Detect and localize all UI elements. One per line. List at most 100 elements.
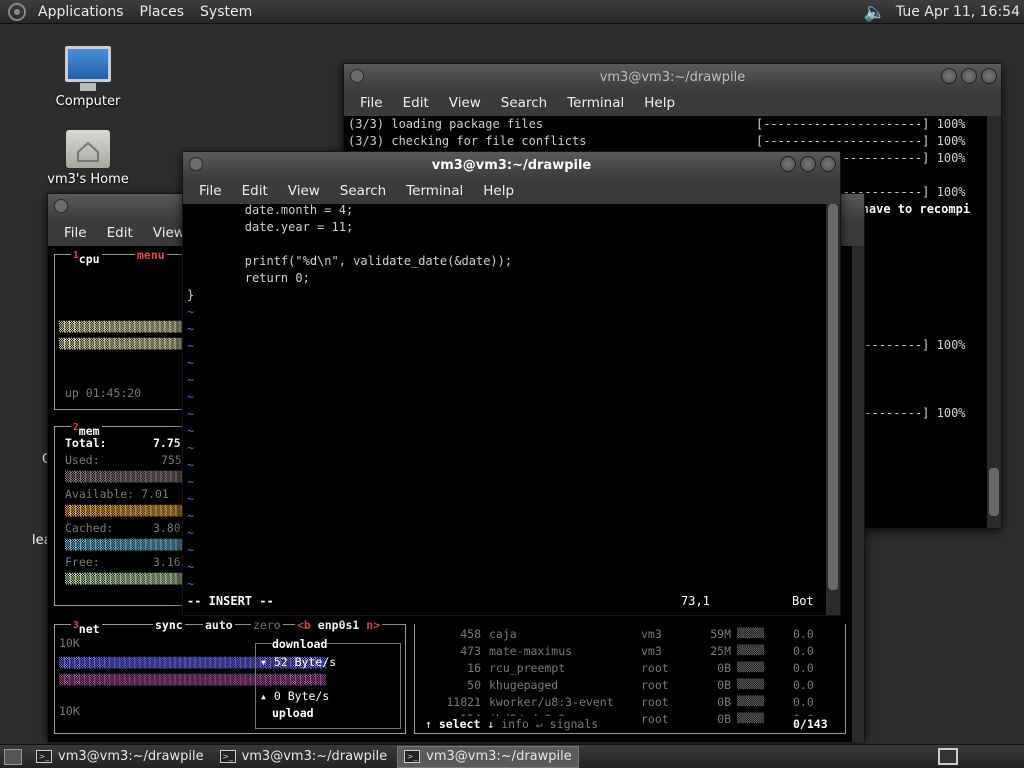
process-cpu: 0.0 [793,695,814,709]
taskbar-item[interactable]: >_ vm3@vm3:~/drawpile [214,746,394,768]
process-mem-meter: ▒▒▒▒▒ [737,680,765,690]
menu-view[interactable]: View [278,183,330,199]
cpu-box: 1cpu menu ▒▒▒▒▒▒▒▒▒▒▒▒▒▒▒▒▒▒▒▒▒▒▒▒▒▒▒▒▒▒… [54,247,221,410]
minimize-icon[interactable] [780,156,796,172]
scrollbar[interactable] [852,246,864,742]
terminal-icon: >_ [36,750,52,763]
desktop-icon-computer[interactable]: Computer [38,46,138,109]
applications-menu[interactable]: Applications [30,4,132,20]
vim-editor[interactable]: date.month = 4; date.year = 11; printf("… [183,204,840,615]
volume-icon[interactable]: 🔈 [863,2,885,23]
cpu-box-title[interactable]: 1cpu [71,247,102,268]
menu-search[interactable]: Search [491,95,557,111]
process-mem: 0B [717,695,731,709]
net-interface[interactable]: <b enp0s1 n> [295,617,383,634]
places-menu[interactable]: Places [132,4,193,20]
select-label[interactable]: select [439,717,481,731]
mem-cached-label: Cached: [65,521,114,535]
menu-edit[interactable]: Edit [232,183,278,199]
progress-bar-text: [----------------------] 100% [756,134,966,148]
progress-bar-text: [----------------------] 100% [756,117,966,131]
window-menu-icon[interactable] [350,69,364,83]
menu-file[interactable]: File [54,225,97,241]
menu-terminal[interactable]: Terminal [396,183,473,199]
maximize-icon[interactable] [961,68,977,84]
net-auto-toggle[interactable]: auto [203,617,235,634]
window-title: vm3@vm3:~/drawpile [431,157,592,173]
net-zero-toggle[interactable]: zero [251,617,283,634]
process-mem: 0B [717,712,731,726]
clock[interactable]: Tue Apr 11, 16:54 [896,4,1020,20]
empty-line-tilde: ~ [187,373,195,387]
process-mem-meter: ▒▒▒▒▒ [737,663,765,673]
bottom-panel: >_ vm3@vm3:~/drawpile >_ vm3@vm3:~/drawp… [0,744,1024,768]
window-titlebar[interactable]: vm3@vm3:~/drawpile [183,152,840,178]
menu-edit[interactable]: Edit [393,95,439,111]
window-menu-icon[interactable] [189,157,203,171]
close-icon[interactable] [981,68,997,84]
upload-rate: ▴ 0 Byte/s [260,689,330,703]
net-scale-bottom: 10K [59,704,80,718]
menu-view[interactable]: View [439,95,491,111]
signals-label[interactable]: signals [550,717,598,731]
workspace-switcher-icon[interactable] [938,748,958,765]
proc-count: 0/143 [793,716,828,733]
window-titlebar[interactable]: vm3@vm3:~/drawpile [344,64,1001,90]
empty-line-tilde: ~ [187,458,195,472]
net-box: 3net sync auto zero <b enp0s1 n> 10K ▒▒▒… [54,617,406,734]
scrollbar[interactable] [826,204,840,615]
empty-line-tilde: ~ [187,305,195,319]
empty-line-tilde: ~ [187,339,195,353]
empty-line-tilde: ~ [187,475,195,489]
menu-search[interactable]: Search [330,183,396,199]
cpu-menu-label[interactable]: menu [135,247,167,264]
process-pid: 11821 [446,695,481,709]
process-user: root [641,712,669,726]
process-cpu: 0.0 [793,627,814,641]
taskbar-item-active[interactable]: >_ vm3@vm3:~/drawpile [397,745,579,768]
menu-help[interactable]: Help [473,183,524,199]
info-label[interactable]: info [501,717,529,731]
panel-right: 🔈 Tue Apr 11, 16:54 [863,0,1020,24]
menu-terminal[interactable]: Terminal [557,95,634,111]
show-desktop-icon[interactable] [4,748,22,765]
process-user: root [641,661,669,675]
terminal-window-vim[interactable]: vm3@vm3:~/drawpile File Edit View Search… [182,151,841,616]
upload-label: upload [272,705,314,722]
proc-box: 458 caja vm3 59M ▒▒▒▒▒ 0.0 473 mate-maximus vm3 2… [414,624,846,734]
process-user: root [641,695,669,709]
close-icon[interactable] [820,156,836,172]
menu-file[interactable]: File [350,95,393,111]
distro-logo-icon[interactable] [8,2,26,21]
net-scale-top: 10K [59,636,80,650]
computer-icon [65,46,111,91]
maximize-icon[interactable] [800,156,816,172]
scrollbar[interactable] [987,116,1001,528]
empty-line-tilde: ~ [187,441,195,455]
desktop-icon-home[interactable]: vm3's Home [38,130,138,187]
window-menu-icon[interactable] [54,199,68,213]
process-mem: 0B [717,678,731,692]
desktop-icon-label: Computer [55,94,121,109]
minimize-icon[interactable] [941,68,957,84]
system-menu[interactable]: System [192,4,260,20]
menu-file[interactable]: File [189,183,232,199]
process-user: vm3 [641,644,662,658]
net-sync-toggle[interactable]: sync [153,617,185,634]
taskbar-item-label: vm3@vm3:~/drawpile [241,749,388,764]
process-cpu: 0.0 [793,661,814,675]
empty-line-tilde: ~ [187,526,195,540]
menubar: File Edit View Search Terminal Help [183,178,840,204]
code-line: return 0; [187,271,310,285]
code-line: date.year = 11; [187,220,354,234]
menu-help[interactable]: Help [634,95,685,111]
process-mem: 25M [710,644,731,658]
mem-cached-value: 3.80 [153,521,181,535]
process-mem-meter: ▒▒▒▒▒ [737,646,765,656]
taskbar-item[interactable]: >_ vm3@vm3:~/drawpile [30,746,210,768]
net-rates-panel: download ▾ 52 Byte/s ▴ 0 Byte/s upload [255,636,401,729]
mem-free-label: Free: [65,555,100,569]
taskbar-item-label: vm3@vm3:~/drawpile [426,749,572,764]
menu-edit[interactable]: Edit [97,225,143,241]
empty-line-tilde: ~ [187,322,195,336]
